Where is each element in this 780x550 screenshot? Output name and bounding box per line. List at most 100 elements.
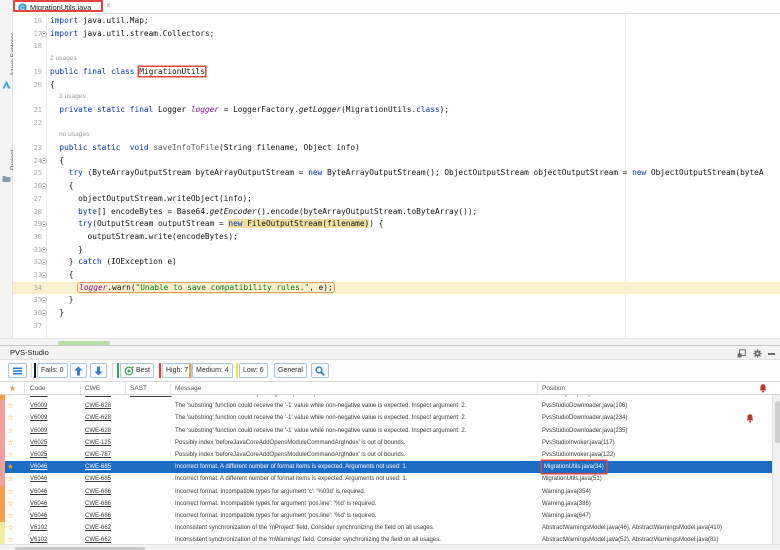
warning-code-link[interactable]: V6046 — [30, 510, 47, 522]
table-row[interactable]: ☆V6046CWE-686Incorrect format. Incompati… — [0, 510, 772, 522]
warning-position-annotated[interactable]: MigrationUtils.java(34) — [542, 461, 606, 473]
cwe-link[interactable]: CWE-125 — [85, 437, 111, 449]
warning-position[interactable]: Warning.java(647) — [542, 510, 748, 522]
cwe-link[interactable]: CWE-662 — [85, 534, 111, 544]
warning-code-link[interactable]: V6046 — [30, 498, 47, 510]
tab-migrationutils-java[interactable]: C MigrationUtils.java — [14, 0, 95, 14]
table-row[interactable]: ☆V6009CWE-628The 'substring' function co… — [0, 400, 772, 412]
code-line[interactable]: 37 — [13, 320, 780, 333]
next-warning-button[interactable] — [90, 363, 107, 378]
editor-panel-splitter[interactable] — [0, 338, 780, 345]
favorite-star-icon[interactable]: ☆ — [7, 534, 14, 544]
table-vertical-scrollbar[interactable] — [772, 395, 780, 544]
general-filter-button[interactable]: General — [274, 363, 307, 378]
favorite-star-icon[interactable]: ☆ — [7, 412, 14, 424]
favorite-star-icon[interactable]: ☆ — [7, 510, 14, 522]
usages-hint[interactable]: no usages — [59, 129, 89, 142]
warning-position[interactable]: MigrationUtils.java(51) — [542, 473, 748, 485]
code-line[interactable]: 17import java.util.stream.Collectors; — [13, 28, 780, 41]
code-line[interactable]: 28 byte[] encodeBytes = Base64.getEncode… — [13, 206, 780, 219]
gear-icon[interactable] — [753, 349, 762, 358]
warning-code-link[interactable]: V6009 — [30, 400, 47, 412]
code-line[interactable]: 26 { — [13, 180, 780, 193]
table-row[interactable]: ☆V6009CWE-628The 'substring' function co… — [0, 412, 772, 424]
warning-position[interactable]: AbstractWarningsModel.java(52), Abstract… — [542, 534, 748, 544]
table-row[interactable]: ☆V6046CWE-685Incorrect format. A differe… — [0, 473, 772, 485]
code-line[interactable]: 18 — [13, 40, 780, 53]
fold-marker-icon[interactable] — [41, 158, 47, 164]
fold-marker-icon[interactable] — [41, 247, 47, 253]
cwe-link[interactable]: CWE-685 — [85, 473, 111, 485]
fold-marker-icon[interactable] — [41, 259, 47, 265]
fold-marker-icon[interactable] — [41, 221, 47, 227]
code-line[interactable]: 27 objectOutputStream.writeObject(info); — [13, 193, 780, 206]
favorite-star-icon[interactable]: ☆ — [7, 486, 14, 498]
column-header-sast[interactable]: SAST — [130, 385, 147, 392]
warning-position[interactable]: Warning.java(354) — [542, 486, 748, 498]
table-row[interactable]: ★V6046CWE-685Incorrect format. A differe… — [0, 461, 772, 473]
code-line[interactable]: 16import java.util.Map; — [13, 15, 780, 28]
favorites-column-icon[interactable]: ★ — [9, 384, 16, 393]
code-line[interactable]: 30 outputStream.write(encodeBytes); — [13, 231, 780, 244]
vscroll-thumb[interactable] — [775, 401, 780, 443]
warning-code-link[interactable]: V6046 — [30, 486, 47, 498]
warning-code-link[interactable]: V6102 — [30, 534, 47, 544]
code-line[interactable]: 25 try (ByteArrayOutputStream byteArrayO… — [13, 167, 780, 180]
table-horizontal-scrollbar[interactable] — [0, 544, 780, 550]
fold-marker-icon[interactable] — [41, 297, 47, 303]
usages-hint[interactable]: 3 usages — [59, 91, 86, 104]
inlay-hint-row[interactable]: 2 usages — [13, 53, 780, 66]
cwe-link[interactable]: CWE-686 — [85, 510, 111, 522]
code-line[interactable]: 35 } — [13, 294, 780, 307]
warning-code-link[interactable]: V6046 — [30, 461, 47, 473]
fold-marker-icon[interactable] — [41, 272, 47, 278]
inlay-hint-row[interactable]: no usages — [13, 129, 780, 142]
warning-position[interactable]: PvsStudioDownloader.java(234) — [542, 412, 748, 424]
warning-position[interactable]: Warning.java(386) — [542, 498, 748, 510]
code-line[interactable]: 20{ — [13, 79, 780, 92]
favorite-star-icon[interactable]: ☆ — [7, 425, 14, 437]
warning-position[interactable]: PvsStudioInvoker.java(122) — [542, 449, 748, 461]
code-line[interactable]: 24 { — [13, 155, 780, 168]
favorite-star-icon[interactable]: ☆ — [7, 437, 14, 449]
code-line[interactable]: 33 { — [13, 269, 780, 282]
table-row[interactable]: ☆V6046CWE-686Incorrect format. Incompati… — [0, 498, 772, 510]
code-line[interactable]: 36 } — [13, 307, 780, 320]
cwe-link[interactable]: CWE-686 — [85, 498, 111, 510]
table-row[interactable]: ☆V6025CWE-125Possibly index 'beforeJavaC… — [0, 437, 772, 449]
fails-filter-button[interactable]: Fails: 0 — [37, 363, 68, 378]
cwe-link[interactable]: CWE-685 — [85, 461, 111, 473]
table-row[interactable]: ☆V6025CWE-787Possibly index 'beforeJavaC… — [0, 449, 772, 461]
code-line[interactable]: 31 } — [13, 244, 780, 257]
warning-code-link[interactable]: V6102 — [30, 522, 47, 534]
azure-explorer-icon[interactable] — [2, 80, 11, 89]
favorite-star-icon[interactable]: ☆ — [7, 473, 14, 485]
column-header-position[interactable]: Position — [542, 385, 565, 392]
warning-position[interactable]: AbstractWarningsModel.java(46), Abstract… — [542, 522, 748, 534]
code-line[interactable]: 22 — [13, 117, 780, 130]
table-row[interactable]: ☆V6102CWE-662Inconsistent synchronizatio… — [0, 522, 772, 534]
cwe-link[interactable]: CWE-628 — [85, 400, 111, 412]
warning-position[interactable]: PvsStudioDownloader.java(106) — [542, 400, 748, 412]
cwe-link[interactable]: CWE-628 — [85, 412, 111, 424]
fold-marker-icon[interactable] — [41, 310, 47, 316]
low-filter-button[interactable]: Low: 6 — [239, 363, 268, 378]
best-filter-button[interactable]: Best — [120, 363, 154, 378]
code-line[interactable]: 23 public static void saveInfoToFile(Str… — [13, 142, 780, 155]
favorite-star-icon[interactable]: ☆ — [7, 522, 14, 534]
hide-panel-icon[interactable] — [768, 353, 775, 355]
code-line[interactable]: 21 private static final Logger logger = … — [13, 104, 780, 117]
column-header-code[interactable]: Code — [30, 385, 46, 392]
cwe-link[interactable]: CWE-787 — [85, 449, 111, 461]
table-row[interactable]: ☆V6046CWE-686Incorrect format. Incompati… — [0, 486, 772, 498]
table-row[interactable]: ☆V6102CWE-662Inconsistent synchronizatio… — [0, 534, 772, 544]
favorite-star-icon[interactable]: ☆ — [7, 400, 14, 412]
code-line[interactable]: 19public final class MigrationUtils — [13, 66, 780, 79]
cwe-link[interactable]: CWE-662 — [85, 522, 111, 534]
restore-window-icon[interactable] — [737, 349, 746, 358]
warning-code-link[interactable]: V6009 — [30, 425, 47, 437]
usages-hint[interactable]: 2 usages — [50, 53, 77, 66]
warning-position[interactable]: PvsStudioDownloader.java(235) — [542, 425, 748, 437]
suppressed-warnings-bell-icon[interactable] — [759, 384, 767, 393]
column-header-message[interactable]: Message — [175, 385, 201, 392]
